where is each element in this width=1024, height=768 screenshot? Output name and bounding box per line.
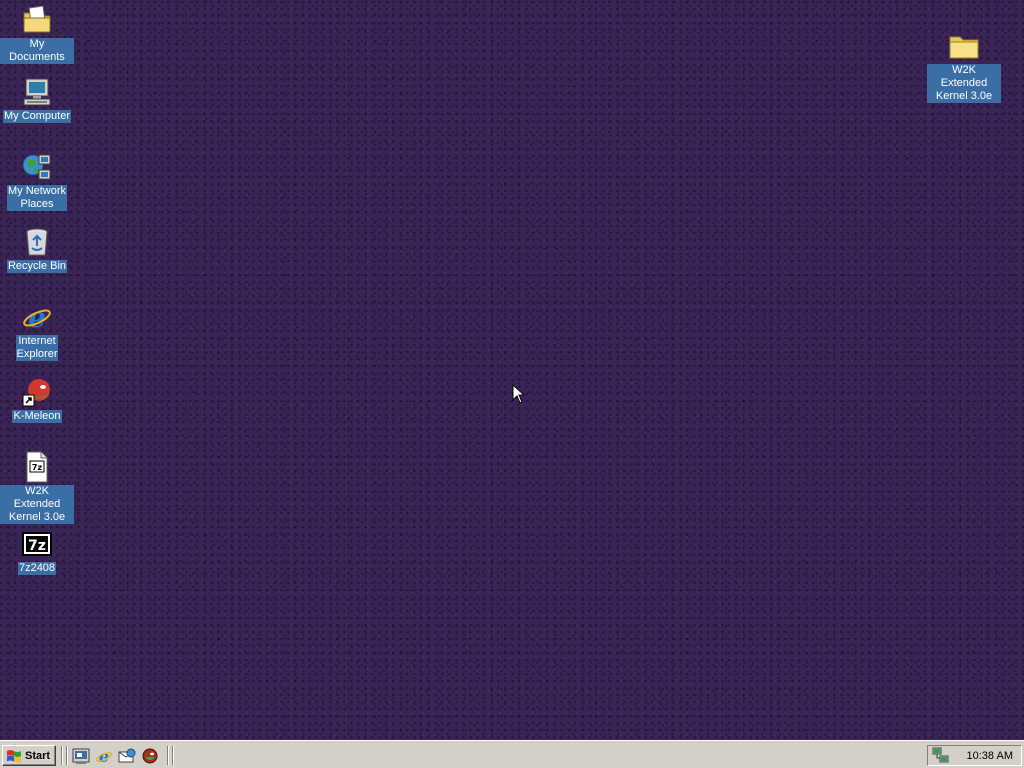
desktop-icon-label: W2K Extended Kernel 3.0e [927, 64, 1001, 103]
svg-text:e: e [28, 301, 46, 333]
recycle-bin-icon [26, 228, 48, 256]
network-connection-icon[interactable] [932, 747, 949, 764]
desktop-icon-recycle-bin[interactable]: Recycle Bin [0, 226, 74, 273]
start-label: Start [25, 749, 51, 762]
k-meleon-icon[interactable] [141, 747, 159, 765]
desktop-icon-k-meleon[interactable]: K-Meleon [0, 376, 74, 423]
network-places-icon [22, 154, 51, 180]
desktop-icon-7z2408[interactable]: 7z 7z2408 [0, 528, 74, 575]
start-button[interactable]: Start [2, 745, 56, 766]
desktop-icon-label: My Computer [2, 110, 72, 123]
desktop-icon-label: My Network Places [6, 185, 68, 211]
show-desktop-icon[interactable] [72, 747, 90, 765]
k-meleon-shortcut-icon [22, 379, 50, 407]
desktop-icon-internet-explorer[interactable]: e Internet Explorer [0, 301, 74, 361]
desktop[interactable]: My Documents My Computer My Network Plac… [0, 0, 1024, 740]
taskbar: Start e 10:38 AM [0, 740, 1024, 768]
desktop-icon-label: W2K Extended Kernel 3.0e [0, 485, 74, 524]
my-computer-icon [23, 78, 51, 106]
windows-flag-icon [7, 749, 21, 762]
system-tray: 10:38 AM [927, 745, 1022, 766]
folder-icon [949, 36, 979, 59]
desktop-icon-label: Internet Explorer [15, 335, 59, 361]
clock[interactable]: 10:38 AM [967, 750, 1013, 762]
7zip-installer-icon: 7z [22, 532, 52, 556]
desktop-icon-label: 7z2408 [17, 562, 57, 575]
internet-explorer-icon[interactable]: e [95, 747, 113, 765]
my-documents-folder-icon [23, 5, 51, 33]
svg-text:7z: 7z [28, 538, 46, 554]
taskbar-separator [167, 746, 169, 765]
desktop-icon-w2k-extended-kernel-folder[interactable]: W2K Extended Kernel 3.0e [927, 30, 1001, 103]
desktop-icon-my-network-places[interactable]: My Network Places [0, 151, 74, 211]
svg-text:7z: 7z [32, 463, 43, 472]
desktop-icon-label: Recycle Bin [6, 260, 68, 273]
internet-explorer-icon: e [23, 301, 51, 333]
desktop-icon-w2k-extended-kernel-archive[interactable]: 7z W2K Extended Kernel 3.0e [0, 451, 74, 524]
outlook-express-icon[interactable] [118, 747, 136, 765]
taskbar-separator [61, 746, 63, 765]
7z-archive-file-icon: 7z [26, 451, 48, 483]
mouse-pointer-icon [512, 384, 524, 404]
desktop-icon-my-documents[interactable]: My Documents [0, 4, 74, 64]
taskbar-separator [66, 746, 68, 765]
desktop-icon-label: My Documents [0, 38, 74, 64]
desktop-icon-my-computer[interactable]: My Computer [0, 76, 74, 123]
desktop-icon-label: K-Meleon [12, 410, 62, 423]
taskbar-separator [172, 746, 174, 765]
